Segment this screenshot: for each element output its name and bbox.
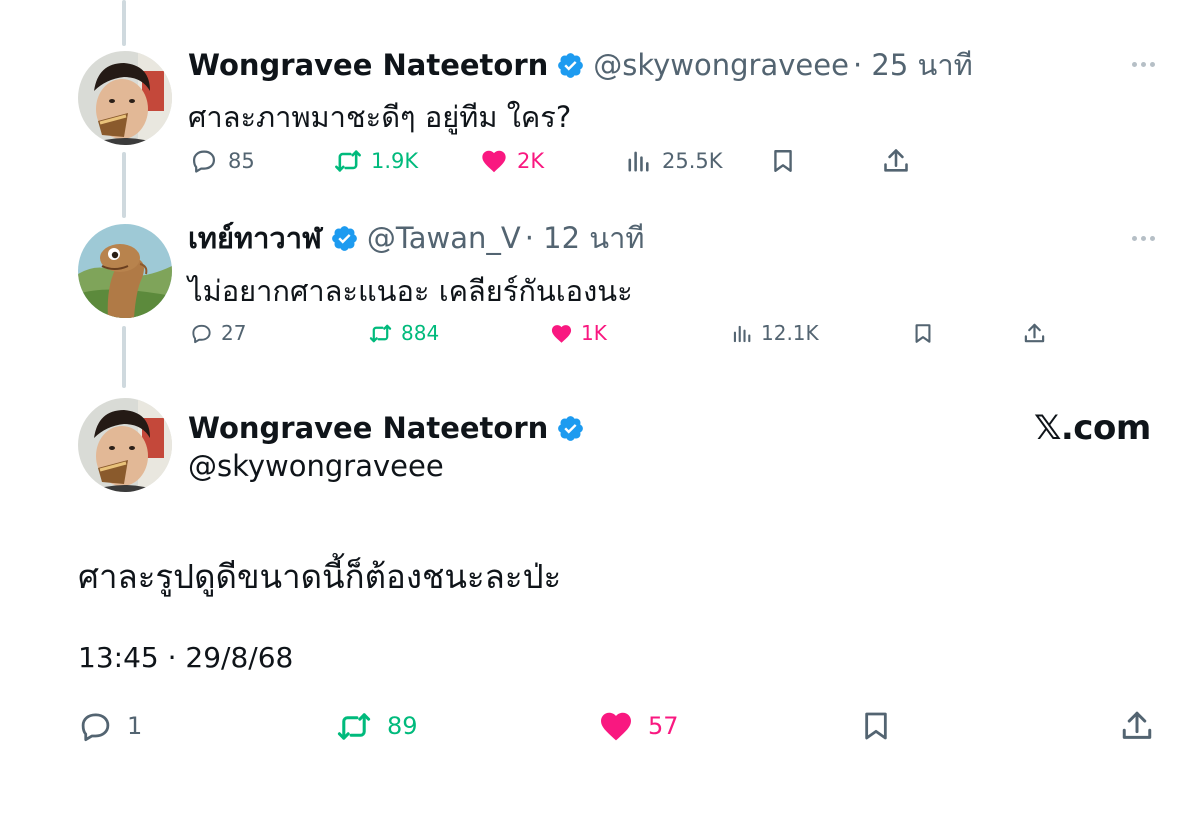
- handle[interactable]: @Tawan_V: [367, 221, 521, 255]
- repost-count: 884: [401, 321, 440, 345]
- heart-icon: [482, 150, 506, 173]
- views-button[interactable]: 12.1K: [731, 320, 819, 346]
- share-upload-icon: [1122, 711, 1152, 739]
- main-tweet-text: ศาละรูปดูดีขนาดนี้ก็ต้องชนะละป่ะ: [78, 557, 562, 596]
- like-count: 2K: [517, 149, 545, 173]
- bookmark-button[interactable]: [770, 146, 796, 176]
- bookmark-icon: [865, 712, 887, 740]
- timestamp[interactable]: · 12 นาที: [525, 215, 645, 261]
- timestamp[interactable]: · 25 นาที: [853, 42, 973, 88]
- handle[interactable]: @skywongraveee: [188, 449, 444, 483]
- repost-button[interactable]: 884: [368, 320, 439, 346]
- reply-button[interactable]: 85: [190, 146, 255, 176]
- repost-arrows-icon: [337, 712, 371, 740]
- avatar[interactable]: [78, 51, 172, 145]
- thread-line-bottom: [122, 326, 126, 388]
- repost-button[interactable]: 89: [335, 708, 418, 744]
- bookmark-button[interactable]: [912, 320, 934, 346]
- display-name[interactable]: Wongravee Nateetorn: [188, 48, 548, 82]
- avatar[interactable]: [78, 224, 172, 318]
- verified-badge-icon: [556, 51, 585, 80]
- reply-button[interactable]: 1: [78, 708, 142, 744]
- like-button[interactable]: 1K: [550, 320, 607, 346]
- repost-count: 89: [387, 712, 418, 740]
- heart-icon: [601, 712, 631, 741]
- share-button[interactable]: [1023, 320, 1046, 346]
- reply-1-header: Wongravee Nateetorn @skywongraveee · 25 …: [188, 48, 973, 82]
- bookmark-button[interactable]: [860, 708, 892, 744]
- repost-count: 1.9K: [371, 149, 419, 173]
- share-button[interactable]: [882, 146, 910, 176]
- handle[interactable]: @skywongraveee: [593, 48, 849, 82]
- reply-count: 1: [127, 712, 143, 740]
- verified-badge-icon: [330, 224, 359, 253]
- reply-count: 27: [221, 321, 247, 345]
- views-button[interactable]: 25.5K: [625, 146, 723, 176]
- more-dots-icon[interactable]: [1132, 236, 1155, 241]
- more-dots-icon[interactable]: [1132, 62, 1155, 67]
- x-logo: 𝕏.com: [1034, 408, 1151, 448]
- speech-bubble-icon: [192, 324, 211, 343]
- thread-line-top: [122, 0, 126, 46]
- reply-2-text: ไม่อยากศาละแนอะ เคลียร์กันเองนะ: [188, 274, 633, 308]
- bar-chart-icon: [733, 325, 751, 342]
- avatar[interactable]: [78, 398, 172, 492]
- like-button[interactable]: 57: [598, 708, 679, 744]
- like-button[interactable]: 2K: [480, 146, 544, 176]
- display-name[interactable]: เทย์ทาวาฬ: [188, 215, 322, 261]
- repost-arrows-icon: [369, 324, 392, 342]
- reply-count: 85: [228, 149, 255, 173]
- bar-chart-icon: [628, 151, 649, 172]
- reply-1-text: ศาละภาพมาชะดีๆ อยู่ทีม ใคร?: [188, 100, 572, 134]
- reply-2-header: เทย์ทาวาฬ @Tawan_V · 12 นาที: [188, 221, 645, 255]
- view-count: 25.5K: [662, 149, 723, 173]
- view-count: 12.1K: [761, 321, 819, 345]
- speech-bubble-icon: [192, 150, 216, 173]
- main-header: Wongravee Nateetorn: [188, 411, 585, 445]
- verified-badge-icon: [556, 414, 585, 443]
- like-count: 1K: [581, 321, 607, 345]
- like-count: 57: [648, 712, 679, 740]
- share-button[interactable]: [1120, 708, 1154, 744]
- display-name[interactable]: Wongravee Nateetorn: [188, 411, 548, 445]
- bookmark-icon: [915, 323, 931, 343]
- heart-icon: [551, 324, 572, 343]
- thread-line-middle: [122, 152, 126, 218]
- repost-arrows-icon: [335, 150, 361, 172]
- share-upload-icon: [1024, 323, 1045, 342]
- reply-button[interactable]: 27: [190, 320, 246, 346]
- post-timestamp[interactable]: 13:45 · 29/8/68: [78, 641, 293, 674]
- repost-button[interactable]: 1.9K: [333, 146, 418, 176]
- speech-bubble-icon: [81, 712, 110, 741]
- share-upload-icon: [884, 149, 908, 172]
- bookmark-icon: [774, 150, 792, 172]
